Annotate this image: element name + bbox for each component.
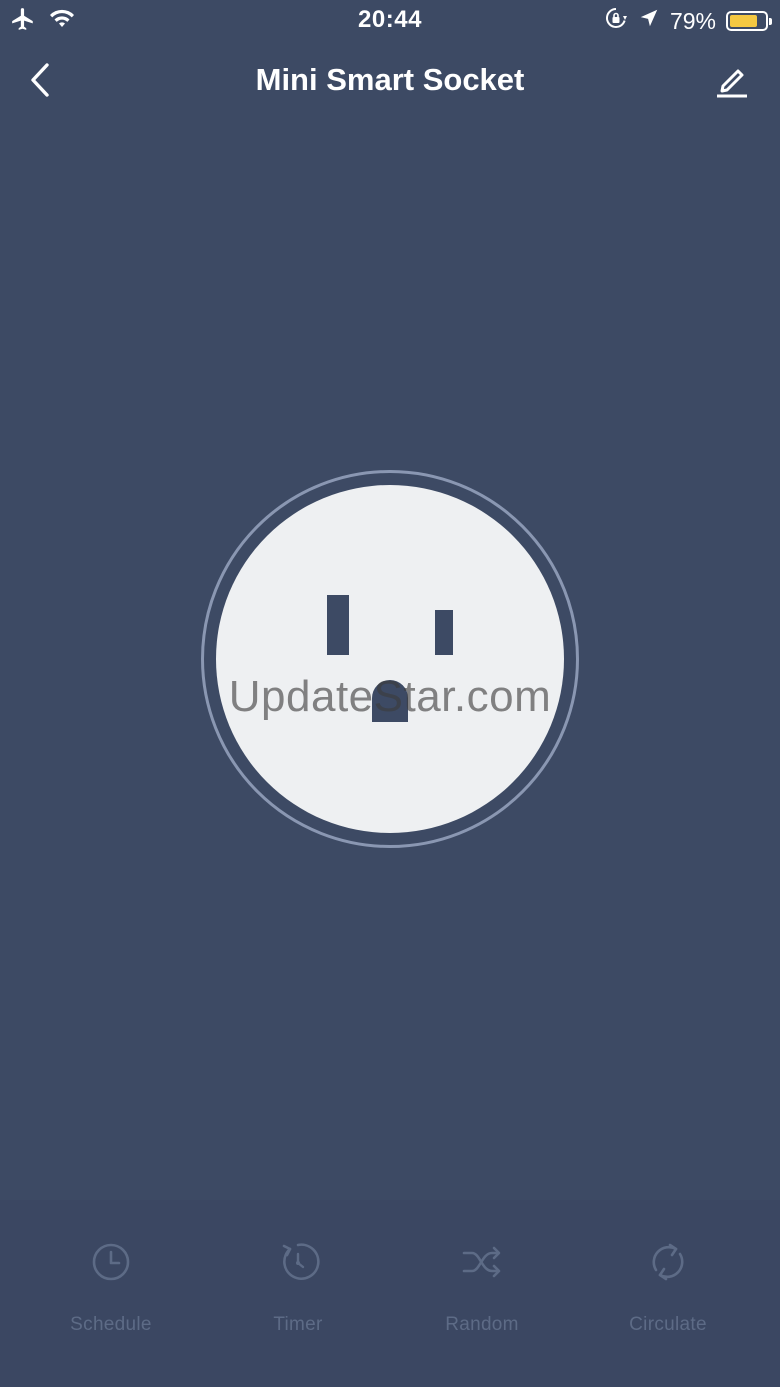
cycle-icon <box>652 1243 684 1281</box>
socket-control <box>201 470 579 848</box>
tab-random-label: Random <box>445 1314 519 1335</box>
battery-percent: 79% <box>669 7 716 34</box>
clock-icon <box>92 1243 130 1281</box>
socket-slot-right <box>435 610 453 655</box>
timer-icon <box>282 1243 320 1280</box>
status-right: 79% <box>604 6 772 36</box>
screen: 20:44 79% Mini Smart Socket UpdateStar.c… <box>0 0 780 1387</box>
tab-schedule[interactable]: Schedule <box>16 1240 206 1336</box>
power-toggle-button[interactable] <box>216 485 564 833</box>
orientation-lock-icon <box>604 6 628 36</box>
nav-bar: Mini Smart Socket <box>0 44 780 116</box>
socket-ground-hole <box>372 680 408 722</box>
tab-schedule-label: Schedule <box>70 1314 152 1335</box>
socket-slot-left <box>327 595 349 655</box>
battery-icon <box>726 11 772 31</box>
tab-random[interactable]: Random <box>387 1240 577 1336</box>
battery-level <box>730 15 757 27</box>
tab-circulate[interactable]: Circulate <box>573 1240 763 1336</box>
tab-timer-label: Timer <box>273 1314 323 1335</box>
shuffle-icon <box>462 1246 501 1278</box>
tab-timer[interactable]: Timer <box>203 1240 393 1336</box>
edit-button[interactable] <box>710 58 754 102</box>
tab-circulate-label: Circulate <box>629 1314 707 1335</box>
bottom-tab-bar: Schedule Timer Random Circulate <box>0 1200 780 1387</box>
location-arrow-icon <box>638 7 660 35</box>
page-title: Mini Smart Socket <box>255 62 525 97</box>
pencil-icon <box>717 69 747 98</box>
status-bar: 20:44 79% <box>0 0 780 40</box>
